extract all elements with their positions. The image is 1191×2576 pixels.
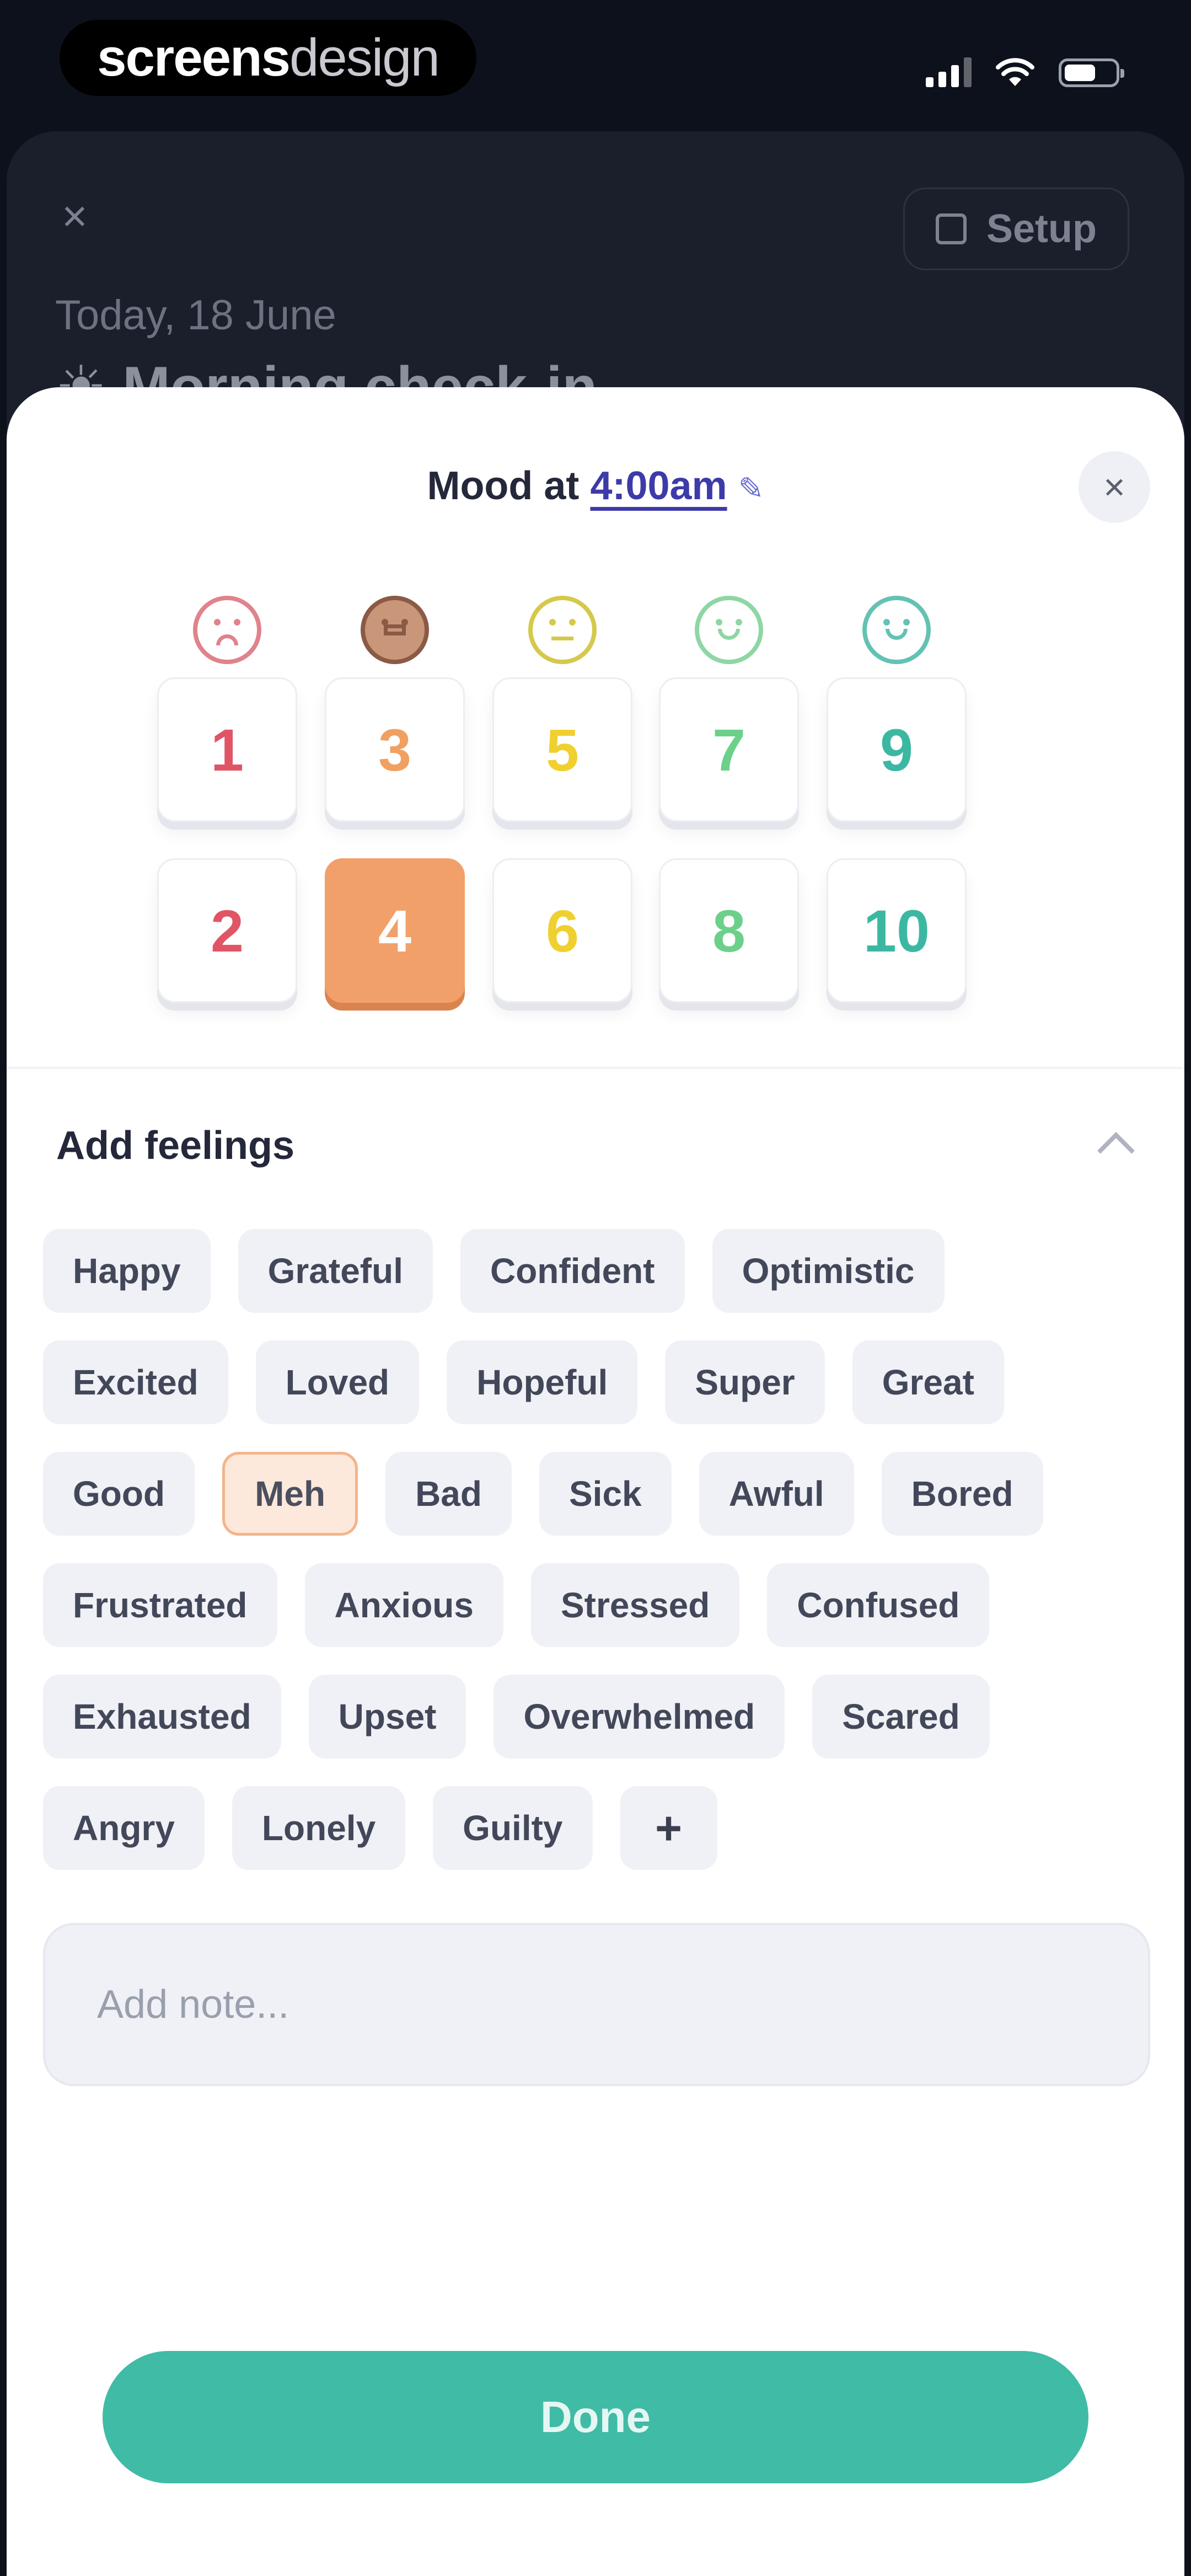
mood-button-3[interactable]: 3	[325, 677, 465, 822]
feelings-row: Frustrated Anxious Stressed Confused	[43, 1563, 1157, 1647]
setup-label: Setup	[986, 207, 1097, 251]
mood-button-8[interactable]: 8	[659, 858, 799, 1003]
title-prefix: Mood at	[427, 464, 580, 508]
feeling-chip-excited[interactable]: Excited	[43, 1340, 228, 1424]
done-button[interactable]: Done	[103, 2351, 1088, 2483]
feeling-chip-meh[interactable]: Meh	[222, 1452, 358, 1536]
feeling-chip-scared[interactable]: Scared	[812, 1675, 990, 1759]
feeling-chip-frustrated[interactable]: Frustrated	[43, 1563, 277, 1647]
feelings-row: Angry Lonely Guilty +	[43, 1786, 1157, 1870]
sad-face-icon	[361, 596, 429, 664]
very-sad-face-icon	[193, 596, 261, 664]
mood-button-2[interactable]: 2	[157, 858, 297, 1003]
note-input[interactable]: Add note...	[43, 1923, 1150, 2086]
feelings-row: Exhausted Upset Overwhelmed Scared	[43, 1675, 1157, 1759]
screen: screensdesign × Setup Today, 18 June ☀ M…	[0, 0, 1191, 2576]
background-date: Today, 18 June	[55, 292, 336, 339]
mood-button-6[interactable]: 6	[492, 858, 632, 1003]
close-button[interactable]: ×	[1079, 451, 1150, 523]
feeling-chip-upset[interactable]: Upset	[308, 1675, 466, 1759]
feelings-row: Good Meh Bad Sick Awful Bored	[43, 1452, 1157, 1536]
feelings-row: Happy Grateful Confident Optimistic	[43, 1229, 1157, 1313]
feeling-chip-bored[interactable]: Bored	[881, 1452, 1043, 1536]
mood-button-7[interactable]: 7	[659, 677, 799, 822]
time-link[interactable]: 4:00am	[590, 464, 727, 508]
feeling-chip-hopeful[interactable]: Hopeful	[447, 1340, 638, 1424]
mood-button-9[interactable]: 9	[827, 677, 967, 822]
brand-light: design	[289, 28, 440, 87]
feeling-chip-optimistic[interactable]: Optimistic	[712, 1229, 945, 1313]
feeling-chip-awful[interactable]: Awful	[699, 1452, 854, 1536]
feeling-chip-grateful[interactable]: Grateful	[238, 1229, 433, 1313]
feeling-chip-confident[interactable]: Confident	[460, 1229, 685, 1313]
feeling-chip-lonely[interactable]: Lonely	[232, 1786, 406, 1870]
feeling-chip-good[interactable]: Good	[43, 1452, 195, 1536]
mood-button-5[interactable]: 5	[492, 677, 632, 822]
neutral-face-icon	[528, 596, 597, 664]
settings-icon	[935, 213, 967, 244]
cellular-signal-icon	[926, 56, 972, 87]
feeling-chip-guilty[interactable]: Guilty	[433, 1786, 593, 1870]
mood-button-10[interactable]: 10	[827, 858, 967, 1003]
feelings-row: Excited Loved Hopeful Super Great	[43, 1340, 1157, 1424]
happy-face-icon	[862, 596, 931, 664]
status-icons	[926, 49, 1124, 87]
feeling-chip-exhausted[interactable]: Exhausted	[43, 1675, 281, 1759]
add-feelings-title: Add feelings	[56, 1124, 295, 1168]
feeling-chip-sick[interactable]: Sick	[539, 1452, 672, 1536]
add-feeling-button[interactable]: +	[620, 1786, 717, 1870]
feeling-chip-confused[interactable]: Confused	[767, 1563, 990, 1647]
mood-button-1[interactable]: 1	[157, 677, 297, 822]
background-close-icon[interactable]: ×	[62, 194, 88, 238]
feeling-chip-angry[interactable]: Angry	[43, 1786, 205, 1870]
brand-watermark: screens design	[60, 20, 476, 96]
sheet-title: Mood at 4:00am ✎	[0, 463, 1191, 509]
setup-button[interactable]: Setup	[903, 188, 1129, 270]
feeling-chip-bad[interactable]: Bad	[385, 1452, 512, 1536]
feeling-chip-anxious[interactable]: Anxious	[304, 1563, 503, 1647]
wifi-icon	[996, 58, 1034, 86]
feeling-chip-overwhelmed[interactable]: Overwhelmed	[493, 1675, 785, 1759]
pencil-icon[interactable]: ✎	[738, 471, 764, 506]
brand-bold: screens	[97, 28, 291, 87]
feeling-chip-super[interactable]: Super	[665, 1340, 825, 1424]
battery-icon	[1059, 58, 1124, 87]
divider	[7, 1067, 1184, 1069]
feelings-chips: Happy Grateful Confident Optimistic Excited L…	[43, 1229, 1157, 1898]
feeling-chip-great[interactable]: Great	[852, 1340, 1004, 1424]
feeling-chip-stressed[interactable]: Stressed	[530, 1563, 740, 1647]
feeling-chip-loved[interactable]: Loved	[255, 1340, 420, 1424]
feeling-chip-happy[interactable]: Happy	[43, 1229, 211, 1313]
content-face-icon	[695, 596, 763, 664]
mood-button-4[interactable]: 4	[325, 858, 465, 1003]
